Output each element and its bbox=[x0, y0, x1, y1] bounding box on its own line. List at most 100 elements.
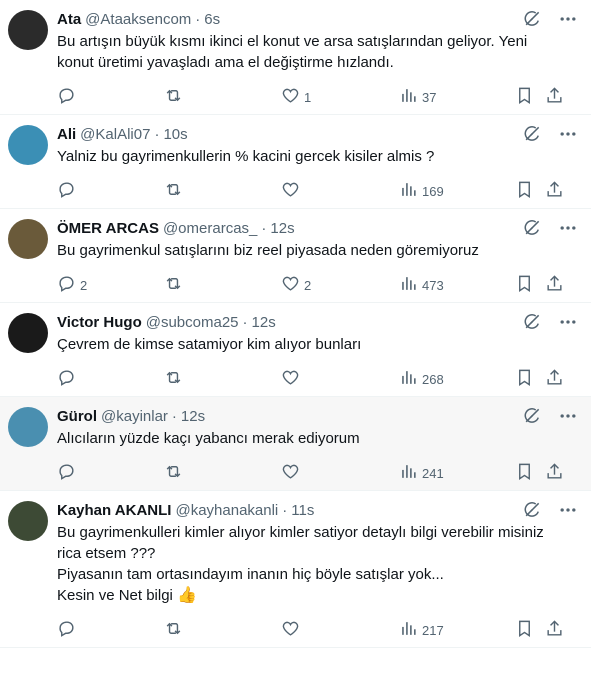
tweet[interactable]: Ali @KalAli07 · 10s Yalniz bu gayrimenkuller… bbox=[0, 115, 591, 209]
tweet-body: ÖMER ARCAS @omerarcas_ · 12s Bu gayrimenkul … bbox=[57, 219, 579, 302]
tweet[interactable]: Ata @Ataaksencom · 6s Bu artışın büyük kısmı… bbox=[0, 0, 591, 115]
bookmark-button[interactable] bbox=[515, 86, 534, 108]
timestamp[interactable]: 12s bbox=[252, 314, 276, 331]
views-button[interactable]: 241 bbox=[399, 462, 444, 484]
grok-icon[interactable] bbox=[521, 123, 543, 145]
like-button[interactable]: 1 bbox=[281, 86, 311, 108]
timestamp[interactable]: 12s bbox=[270, 220, 294, 237]
display-name[interactable]: ÖMER ARCAS bbox=[57, 220, 159, 237]
share-button[interactable] bbox=[545, 180, 564, 202]
tweet[interactable]: Gürol @kayinlar · 12s Alıcıların yüzde kaçı … bbox=[0, 397, 591, 491]
avatar[interactable] bbox=[8, 407, 48, 447]
like-button[interactable] bbox=[281, 462, 304, 484]
avatar[interactable] bbox=[8, 313, 48, 353]
reply-button[interactable] bbox=[57, 180, 80, 202]
like-button[interactable] bbox=[281, 619, 304, 641]
retweet-icon bbox=[164, 462, 183, 484]
grok-icon[interactable] bbox=[521, 405, 543, 427]
bookmark-button[interactable] bbox=[515, 274, 534, 296]
retweet-button[interactable] bbox=[164, 180, 187, 202]
reply-icon bbox=[57, 86, 76, 108]
avatar[interactable] bbox=[8, 501, 48, 541]
retweet-button[interactable] bbox=[164, 86, 187, 108]
avatar[interactable] bbox=[8, 219, 48, 259]
bookmark-icon bbox=[515, 368, 534, 390]
retweet-icon bbox=[164, 368, 183, 390]
reply-button[interactable] bbox=[57, 368, 80, 390]
share-button[interactable] bbox=[545, 368, 564, 390]
user-handle[interactable]: @Ataaksencom bbox=[85, 11, 191, 28]
like-button[interactable] bbox=[281, 180, 304, 202]
timestamp[interactable]: 11s bbox=[291, 502, 314, 519]
display-name[interactable]: Victor Hugo bbox=[57, 314, 142, 331]
more-icon[interactable] bbox=[557, 8, 579, 30]
retweet-button[interactable] bbox=[164, 619, 187, 641]
action-bar: 217 bbox=[57, 613, 579, 647]
views-button[interactable]: 37 bbox=[399, 86, 436, 108]
more-icon[interactable] bbox=[557, 311, 579, 333]
separator-dot: · bbox=[195, 10, 201, 28]
tweet[interactable]: Victor Hugo @subcoma25 · 12s Çevrem de kimse… bbox=[0, 303, 591, 397]
tweet-text-line: Yalniz bu gayrimenkullerin % kacini gerc… bbox=[57, 148, 435, 165]
retweet-button[interactable] bbox=[164, 462, 187, 484]
more-icon[interactable] bbox=[557, 405, 579, 427]
user-handle[interactable]: @kayinlar bbox=[101, 408, 168, 425]
views-button[interactable]: 268 bbox=[399, 368, 444, 390]
share-button[interactable] bbox=[545, 619, 564, 641]
more-icon[interactable] bbox=[557, 217, 579, 239]
tweet[interactable]: ÖMER ARCAS @omerarcas_ · 12s Bu gayrimenkul … bbox=[0, 209, 591, 303]
avatar[interactable] bbox=[8, 125, 48, 165]
tweet-text: Yalniz bu gayrimenkullerin % kacini gerc… bbox=[57, 146, 579, 167]
tweet-body: Gürol @kayinlar · 12s Alıcıların yüzde kaçı … bbox=[57, 407, 579, 490]
more-icon[interactable] bbox=[557, 123, 579, 145]
reply-button[interactable] bbox=[57, 462, 80, 484]
tweet[interactable]: Kayhan AKANLI @kayhanakanli · 11s Bu gayrime… bbox=[0, 491, 591, 648]
display-name[interactable]: Ata bbox=[57, 11, 81, 28]
more-icon[interactable] bbox=[557, 499, 579, 521]
views-button[interactable]: 169 bbox=[399, 180, 444, 202]
timestamp[interactable]: 10s bbox=[163, 126, 187, 143]
reply-button[interactable] bbox=[57, 86, 80, 108]
bookmark-icon bbox=[515, 619, 534, 641]
views-icon bbox=[399, 180, 418, 202]
grok-icon[interactable] bbox=[521, 499, 543, 521]
like-button[interactable]: 2 bbox=[281, 274, 311, 296]
bookmark-button[interactable] bbox=[515, 619, 534, 641]
tweet-text-line: Piyasanın tam ortasındayım inanın hiç bö… bbox=[57, 566, 444, 583]
user-handle[interactable]: @KalAli07 bbox=[80, 126, 150, 143]
grok-icon[interactable] bbox=[521, 217, 543, 239]
reply-button[interactable]: 2 bbox=[57, 274, 87, 296]
grok-icon[interactable] bbox=[521, 311, 543, 333]
bookmark-button[interactable] bbox=[515, 368, 534, 390]
display-name[interactable]: Gürol bbox=[57, 408, 97, 425]
views-button[interactable]: 217 bbox=[399, 619, 444, 641]
tweet-header-icons bbox=[521, 499, 579, 521]
share-button[interactable] bbox=[545, 462, 564, 484]
grok-icon[interactable] bbox=[521, 8, 543, 30]
share-button[interactable] bbox=[545, 274, 564, 296]
timestamp[interactable]: 6s bbox=[204, 11, 220, 28]
user-handle[interactable]: @omerarcas_ bbox=[163, 220, 257, 237]
tweet-feed: Ata @Ataaksencom · 6s Bu artışın büyük kısmı… bbox=[0, 0, 591, 648]
like-button[interactable] bbox=[281, 368, 304, 390]
reply-icon bbox=[57, 462, 76, 484]
bookmark-button[interactable] bbox=[515, 462, 534, 484]
timestamp[interactable]: 12s bbox=[181, 408, 205, 425]
share-icon bbox=[545, 86, 564, 108]
like-count: 2 bbox=[304, 277, 312, 293]
views-count: 473 bbox=[422, 277, 444, 293]
reply-button[interactable] bbox=[57, 619, 80, 641]
user-handle[interactable]: @subcoma25 bbox=[146, 314, 239, 331]
tweet-body: Ata @Ataaksencom · 6s Bu artışın büyük kısmı… bbox=[57, 10, 579, 114]
display-name[interactable]: Kayhan AKANLI bbox=[57, 502, 171, 519]
retweet-button[interactable] bbox=[164, 274, 187, 296]
display-name[interactable]: Ali bbox=[57, 126, 76, 143]
bookmark-button[interactable] bbox=[515, 180, 534, 202]
views-button[interactable]: 473 bbox=[399, 274, 444, 296]
like-count: 1 bbox=[304, 89, 312, 105]
user-handle[interactable]: @kayhanakanli bbox=[175, 502, 278, 519]
avatar[interactable] bbox=[8, 10, 48, 50]
retweet-button[interactable] bbox=[164, 368, 187, 390]
tweet-body: Ali @KalAli07 · 10s Yalniz bu gayrimenkuller… bbox=[57, 125, 579, 208]
share-button[interactable] bbox=[545, 86, 564, 108]
